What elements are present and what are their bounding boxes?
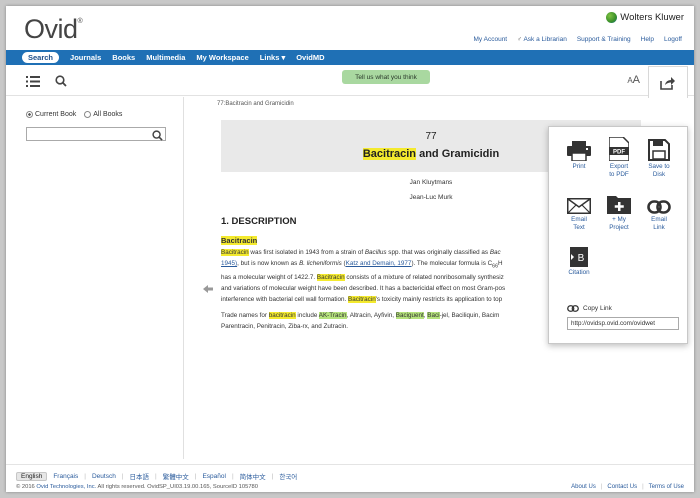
header: Ovid® Wolters Kluwer My Account ♂ Ask a … [6, 6, 694, 49]
ovid-logo[interactable]: Ovid® [24, 14, 83, 45]
save-to-disk-button[interactable]: Save to Disk [639, 137, 679, 178]
nav-multimedia[interactable]: Multimedia [146, 53, 185, 62]
nav-links[interactable]: Links ▾ [260, 53, 285, 62]
lang-german[interactable]: Deutsch [92, 473, 116, 480]
link-icon [647, 200, 671, 214]
language-selector: English Français | Deutsch | 日本語 | 繁體中文 … [16, 471, 297, 481]
floppy-disk-icon [648, 139, 670, 161]
nav-books[interactable]: Books [112, 53, 135, 62]
email-text-button[interactable]: Email Text [559, 190, 599, 231]
footer-links: About Us | Contact Us | Terms of Use [571, 484, 684, 490]
main-nav: Search Journals Books Multimedia My Work… [6, 50, 694, 65]
pdf-icon: PDF [609, 137, 629, 161]
add-to-my-project-button[interactable]: + My Project [599, 190, 639, 231]
copy-link-input[interactable]: http://ovidsp.ovid.com/ovidwet [567, 317, 679, 330]
share-icon [660, 76, 675, 90]
support-training-link[interactable]: Support & Training [577, 36, 631, 43]
about-us-link[interactable]: About Us [571, 484, 596, 490]
share-button[interactable] [648, 66, 688, 98]
book-toolbar: Tell us what you think AA [6, 66, 694, 98]
folder-plus-icon [607, 196, 631, 214]
terms-of-use-link[interactable]: Terms of Use [649, 484, 684, 490]
contact-us-link[interactable]: Contact Us [607, 484, 637, 490]
librarian-icon: ♂ [517, 36, 522, 43]
search-icon [152, 130, 163, 141]
lang-spanish[interactable]: Español [202, 473, 226, 480]
print-button[interactable]: Print [559, 137, 599, 171]
lang-english[interactable]: English [16, 471, 48, 481]
wolters-kluwer-globe-icon [606, 12, 618, 23]
share-menu: Print PDF Export to PDF Save to Disk Ema… [548, 126, 688, 344]
logoff-link[interactable]: Logoff [664, 36, 682, 43]
list-icon [26, 75, 40, 87]
previous-chapter-button[interactable] [203, 281, 213, 299]
arrow-left-icon [203, 285, 213, 293]
reference-link[interactable]: Katz and Demain, 1977 [346, 260, 412, 267]
footer: English Français | Deutsch | 日本語 | 繁體中文 … [6, 464, 694, 492]
sidebar: Current Book All Books [6, 97, 184, 459]
book-search-submit-wrapper [26, 127, 166, 141]
svg-text:PDF: PDF [613, 150, 625, 156]
copyright: © 2016 Ovid Technologies, Inc. All right… [16, 484, 258, 490]
citation-button[interactable]: B Citation [559, 243, 599, 277]
lang-korean[interactable]: 한국어 [279, 471, 297, 481]
link-icon [567, 305, 579, 312]
nav-my-workspace[interactable]: My Workspace [196, 53, 248, 62]
lang-simplified-chinese[interactable]: 简体中文 [240, 471, 266, 481]
nav-journals[interactable]: Journals [70, 53, 101, 62]
nav-ovidmd[interactable]: OvidMD [296, 53, 324, 62]
my-account-link[interactable]: My Account [474, 36, 508, 43]
export-pdf-button[interactable]: PDF Export to PDF [599, 137, 639, 178]
top-links: My Account ♂ Ask a Librarian Support & T… [474, 36, 682, 43]
radio-all-books[interactable]: All Books [84, 111, 122, 118]
ovid-technologies-link[interactable]: Ovid Technologies, Inc. [36, 484, 96, 490]
search-scope: Current Book All Books [26, 111, 122, 118]
lang-traditional-chinese[interactable]: 繁體中文 [163, 471, 189, 481]
ovid-window: Ovid® Wolters Kluwer My Account ♂ Ask a … [6, 6, 694, 492]
copy-link-label: Copy Link [567, 305, 612, 312]
envelope-icon [567, 198, 591, 214]
search-book-button[interactable] [52, 73, 70, 89]
ask-librarian-link[interactable]: ♂ Ask a Librarian [517, 36, 567, 43]
subsection-heading: Bacitracin [221, 236, 258, 245]
toc-toggle-button[interactable] [24, 73, 42, 89]
breadcrumb: 77:Bacitracin and Gramicidin [217, 101, 294, 107]
help-link[interactable]: Help [641, 36, 654, 43]
printer-icon [567, 141, 591, 161]
email-link-button[interactable]: Email Link [639, 190, 679, 231]
wolters-kluwer-logo: Wolters Kluwer [606, 12, 684, 23]
nav-search[interactable]: Search [22, 52, 60, 63]
lang-french[interactable]: Français [53, 473, 78, 480]
feedback-button[interactable]: Tell us what you think [342, 70, 430, 84]
section-heading: 1. DESCRIPTION [221, 216, 297, 227]
citation-icon: B [570, 247, 588, 267]
lang-japanese[interactable]: 日本語 [130, 471, 150, 481]
svg-text:B: B [578, 253, 585, 264]
text-size-button[interactable]: AA [627, 74, 640, 86]
radio-current-book[interactable]: Current Book [26, 111, 76, 118]
reference-link[interactable]: 1945) [221, 260, 237, 267]
book-search-submit[interactable] [152, 128, 163, 146]
search-icon [55, 75, 67, 87]
